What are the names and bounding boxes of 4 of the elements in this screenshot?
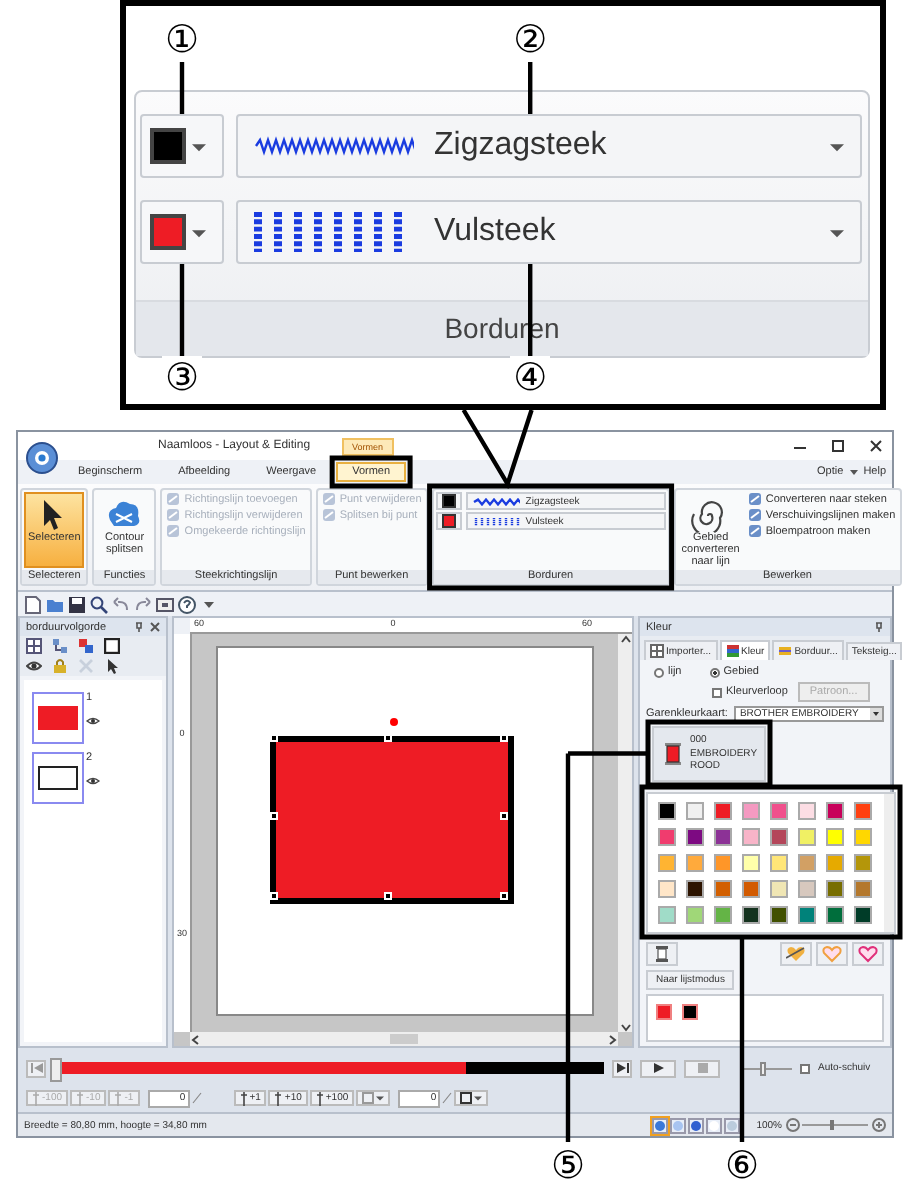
stitch-dropdown[interactable]: Vulsteek <box>236 200 862 264</box>
stitch-name: Vulsteek <box>434 214 556 250</box>
stitch-dropdown[interactable]: Zigzagsteek <box>236 114 862 178</box>
stitch-name: Zigzagsteek <box>434 128 607 164</box>
